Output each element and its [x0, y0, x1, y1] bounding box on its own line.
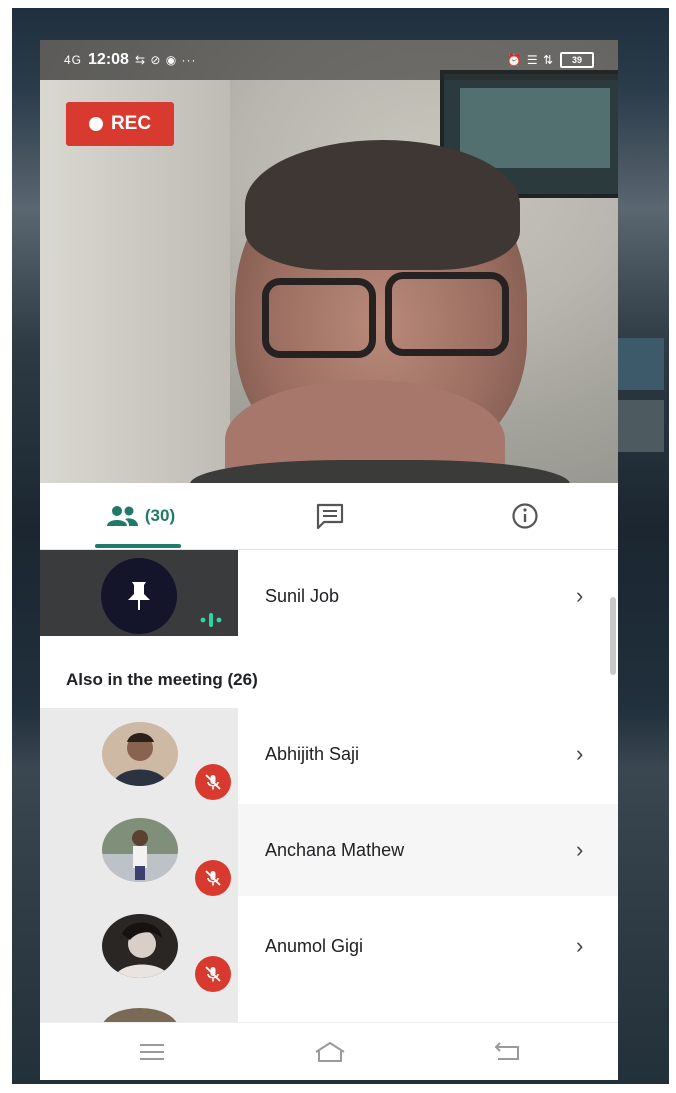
tab-chat[interactable] [308, 483, 352, 549]
tab-info[interactable] [503, 483, 547, 549]
menu-button[interactable] [132, 1035, 172, 1069]
background-tile [618, 338, 664, 390]
avatar-photo [102, 722, 178, 786]
system-nav-bar [40, 1022, 618, 1080]
active-tab-indicator [95, 544, 181, 548]
people-icon [106, 506, 138, 526]
pinned-avatar [101, 558, 177, 634]
pin-icon [128, 582, 150, 610]
background-tile [618, 400, 664, 452]
avatar [102, 722, 178, 786]
back-icon [494, 1042, 519, 1060]
participant-thumbnail [40, 550, 238, 636]
participant-row[interactable]: Anchana Mathew › [40, 804, 618, 896]
avatar [102, 818, 178, 882]
participant-name: Anumol Gigi [265, 935, 364, 956]
participant-hair [245, 140, 520, 270]
recording-badge: REC [66, 102, 174, 146]
avatar [102, 914, 178, 978]
status-right: ⏰ ☰ ⇅ 39 [507, 52, 594, 68]
mic-off-icon [195, 956, 231, 992]
menu-icon [140, 1044, 164, 1060]
recording-label: REC [110, 113, 152, 134]
participant-row[interactable]: Anumol Gigi › [40, 900, 618, 992]
scrollbar[interactable] [610, 597, 616, 675]
status-bar: 4G 12:08 ⇆ ⊘ ◉ ··· ⏰ ☰ ⇅ 39 [40, 40, 618, 80]
participant-name: Sunil Job [265, 585, 340, 606]
status-left: 4G 12:08 ⇆ ⊘ ◉ ··· [64, 51, 197, 69]
home-icon [315, 1042, 345, 1062]
clock: 12:08 [88, 51, 129, 68]
participant-name: Anchana Mathew [265, 839, 405, 860]
battery-icon: 39 [560, 52, 594, 68]
participant-row[interactable]: Abhijith Saji › [40, 708, 618, 800]
glasses-right [385, 272, 509, 356]
status-icons-right: ⏰ ☰ ⇅ [506, 53, 554, 67]
participant-name: Abhijith Saji [265, 743, 360, 764]
wall-frame-picture [460, 88, 610, 168]
speaking-icon [200, 613, 222, 627]
mic-off-icon [195, 764, 231, 800]
participant-row-pinned[interactable]: Sunil Job › [40, 550, 618, 642]
record-dot-icon [88, 117, 103, 131]
signal-label: 4G [64, 53, 83, 67]
home-button[interactable] [310, 1035, 350, 1069]
glasses-left [262, 278, 376, 358]
chevron-right-icon[interactable]: › [576, 900, 583, 992]
mic-off-icon [195, 860, 231, 896]
info-icon [512, 503, 538, 529]
also-in-meeting-label: Also in the meeting (26) [66, 670, 258, 689]
avatar-photo [102, 914, 178, 978]
chevron-right-icon[interactable]: › [576, 804, 583, 896]
tab-bar: (30) [40, 483, 618, 550]
chevron-right-icon[interactable]: › [576, 708, 583, 800]
people-count: (30) [144, 506, 176, 525]
status-icons-left: ⇆ ⊘ ◉ ··· [134, 53, 197, 67]
avatar-photo [102, 818, 178, 882]
chat-icon [316, 503, 344, 530]
back-button[interactable] [487, 1035, 527, 1069]
chevron-right-icon[interactable]: › [576, 550, 583, 642]
tab-people[interactable]: (30) [95, 483, 185, 549]
phone-screen: 4G 12:08 ⇆ ⊘ ◉ ··· ⏰ ☰ ⇅ 39 REC (30) Sun… [40, 40, 618, 1080]
